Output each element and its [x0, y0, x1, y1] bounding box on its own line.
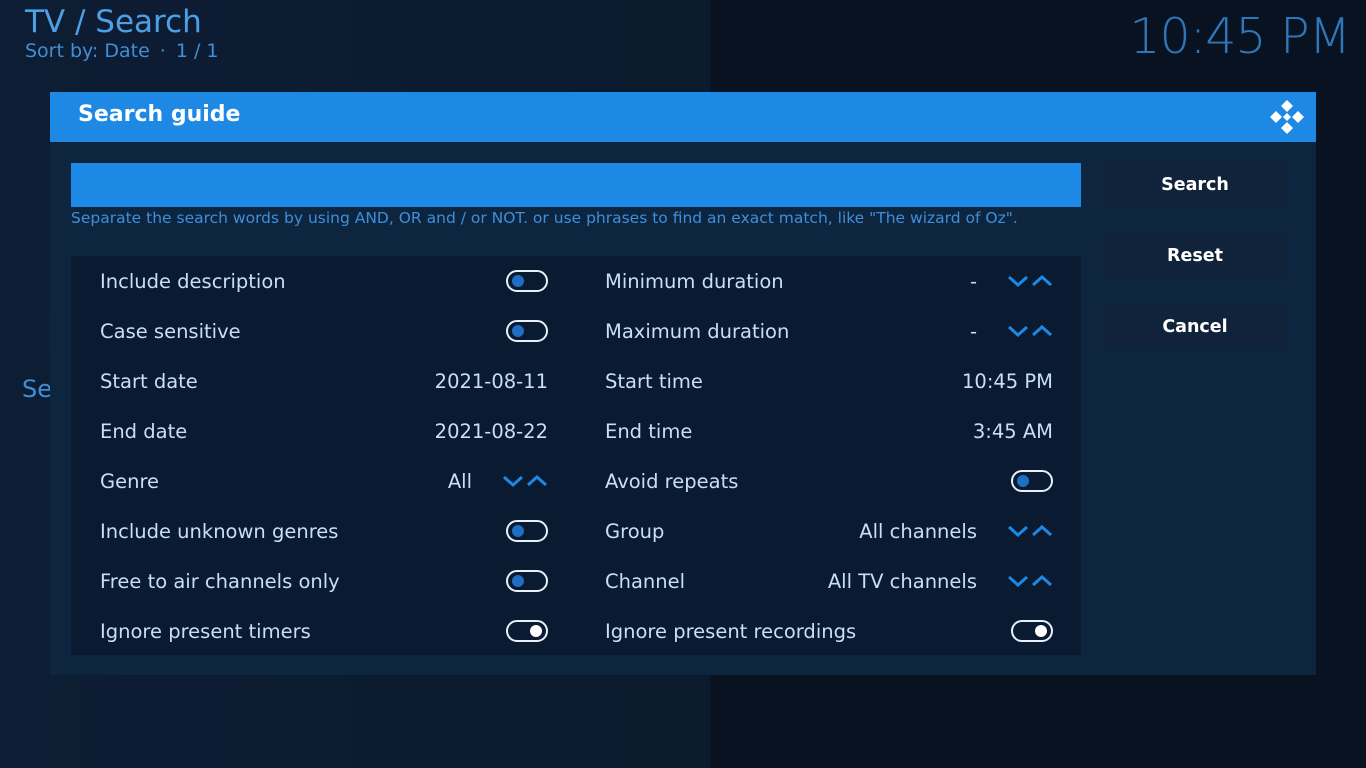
- setting-label: Avoid repeats: [605, 469, 739, 493]
- chevron-spinner-icon[interactable]: [1007, 274, 1053, 288]
- setting-value: All: [447, 469, 472, 493]
- search-hint: Separate the search words by using AND, …: [71, 209, 1018, 227]
- setting-value: 3:45 AM: [972, 419, 1053, 443]
- toggle-switch[interactable]: [506, 570, 548, 592]
- chevron-spinner-icon[interactable]: [1007, 524, 1053, 538]
- toggle-knob: [530, 625, 542, 637]
- settings-panel: Include description Case sensitive Start d…: [71, 256, 1081, 655]
- sort-label: Sort by: Date: [25, 40, 150, 62]
- setting-avoid-repeats[interactable]: Avoid repeats: [605, 456, 1053, 506]
- search-button[interactable]: Search: [1102, 163, 1288, 206]
- setting-value: 2021-08-22: [434, 419, 548, 443]
- dialog-header: Search guide: [50, 92, 1316, 142]
- setting-label: Genre: [100, 469, 160, 493]
- setting-value: All channels: [859, 519, 977, 543]
- search-guide-dialog: Search guide Separate the search words b…: [50, 92, 1316, 675]
- setting-group[interactable]: Group All channels: [605, 506, 1053, 556]
- toggle-knob: [512, 525, 524, 537]
- page-indicator: 1 / 1: [175, 40, 219, 62]
- setting-label: Minimum duration: [605, 269, 784, 293]
- setting-value: -: [969, 269, 977, 293]
- setting-label: End date: [100, 419, 188, 443]
- setting-channel[interactable]: Channel All TV channels: [605, 556, 1053, 606]
- toggle-knob: [1017, 475, 1029, 487]
- setting-ignore-present-timers[interactable]: Ignore present timers: [100, 606, 548, 656]
- toggle-knob: [512, 575, 524, 587]
- setting-genre[interactable]: Genre All: [100, 456, 548, 506]
- setting-value: All TV channels: [827, 569, 977, 593]
- setting-label: Ignore present recordings: [605, 619, 857, 643]
- toggle-switch[interactable]: [1011, 620, 1053, 642]
- background-text-fragment: Se: [22, 375, 52, 403]
- sort-separator: ·: [159, 40, 166, 62]
- setting-include-description[interactable]: Include description: [100, 256, 548, 306]
- toggle-switch[interactable]: [506, 270, 548, 292]
- clock: 10:45 PM: [1129, 8, 1351, 65]
- setting-label: Case sensitive: [100, 319, 241, 343]
- dialog-title: Search guide: [78, 102, 241, 127]
- setting-free-to-air-channels-only[interactable]: Free to air channels only: [100, 556, 548, 606]
- chevron-spinner-icon[interactable]: [502, 474, 548, 488]
- search-input[interactable]: [71, 163, 1081, 207]
- toggle-knob: [1035, 625, 1047, 637]
- setting-label: Channel: [605, 569, 686, 593]
- setting-minimum-duration[interactable]: Minimum duration -: [605, 256, 1053, 306]
- chevron-spinner-icon[interactable]: [1007, 324, 1053, 338]
- setting-include-unknown-genres[interactable]: Include unknown genres: [100, 506, 548, 556]
- toggle-knob: [512, 325, 524, 337]
- toggle-knob: [512, 275, 524, 287]
- setting-label: Group: [605, 519, 665, 543]
- setting-label: Start date: [100, 369, 198, 393]
- page-title: TV / Search: [25, 4, 202, 40]
- setting-label: Include unknown genres: [100, 519, 339, 543]
- setting-value: -: [969, 319, 977, 343]
- toggle-switch[interactable]: [506, 620, 548, 642]
- toggle-switch[interactable]: [506, 320, 548, 342]
- setting-label: Free to air channels only: [100, 569, 340, 593]
- setting-label: End time: [605, 419, 693, 443]
- setting-case-sensitive[interactable]: Case sensitive: [100, 306, 548, 356]
- toggle-switch[interactable]: [1011, 470, 1053, 492]
- reset-button[interactable]: Reset: [1102, 234, 1288, 277]
- setting-end-date[interactable]: End date 2021-08-22: [100, 406, 548, 456]
- setting-label: Maximum duration: [605, 319, 790, 343]
- setting-start-date[interactable]: Start date 2021-08-11: [100, 356, 548, 406]
- setting-value: 10:45 PM: [962, 369, 1053, 393]
- toggle-switch[interactable]: [506, 520, 548, 542]
- cancel-button[interactable]: Cancel: [1102, 305, 1288, 348]
- chevron-spinner-icon[interactable]: [1007, 574, 1053, 588]
- setting-label: Include description: [100, 269, 286, 293]
- setting-start-time[interactable]: Start time 10:45 PM: [605, 356, 1053, 406]
- setting-ignore-present-recordings[interactable]: Ignore present recordings: [605, 606, 1053, 656]
- kodi-logo-icon: [1270, 100, 1304, 134]
- setting-value: 2021-08-11: [434, 369, 548, 393]
- setting-label: Start time: [605, 369, 703, 393]
- setting-label: Ignore present timers: [100, 619, 311, 643]
- setting-end-time[interactable]: End time 3:45 AM: [605, 406, 1053, 456]
- sort-info: Sort by: Date · 1 / 1: [25, 40, 218, 62]
- setting-maximum-duration[interactable]: Maximum duration -: [605, 306, 1053, 356]
